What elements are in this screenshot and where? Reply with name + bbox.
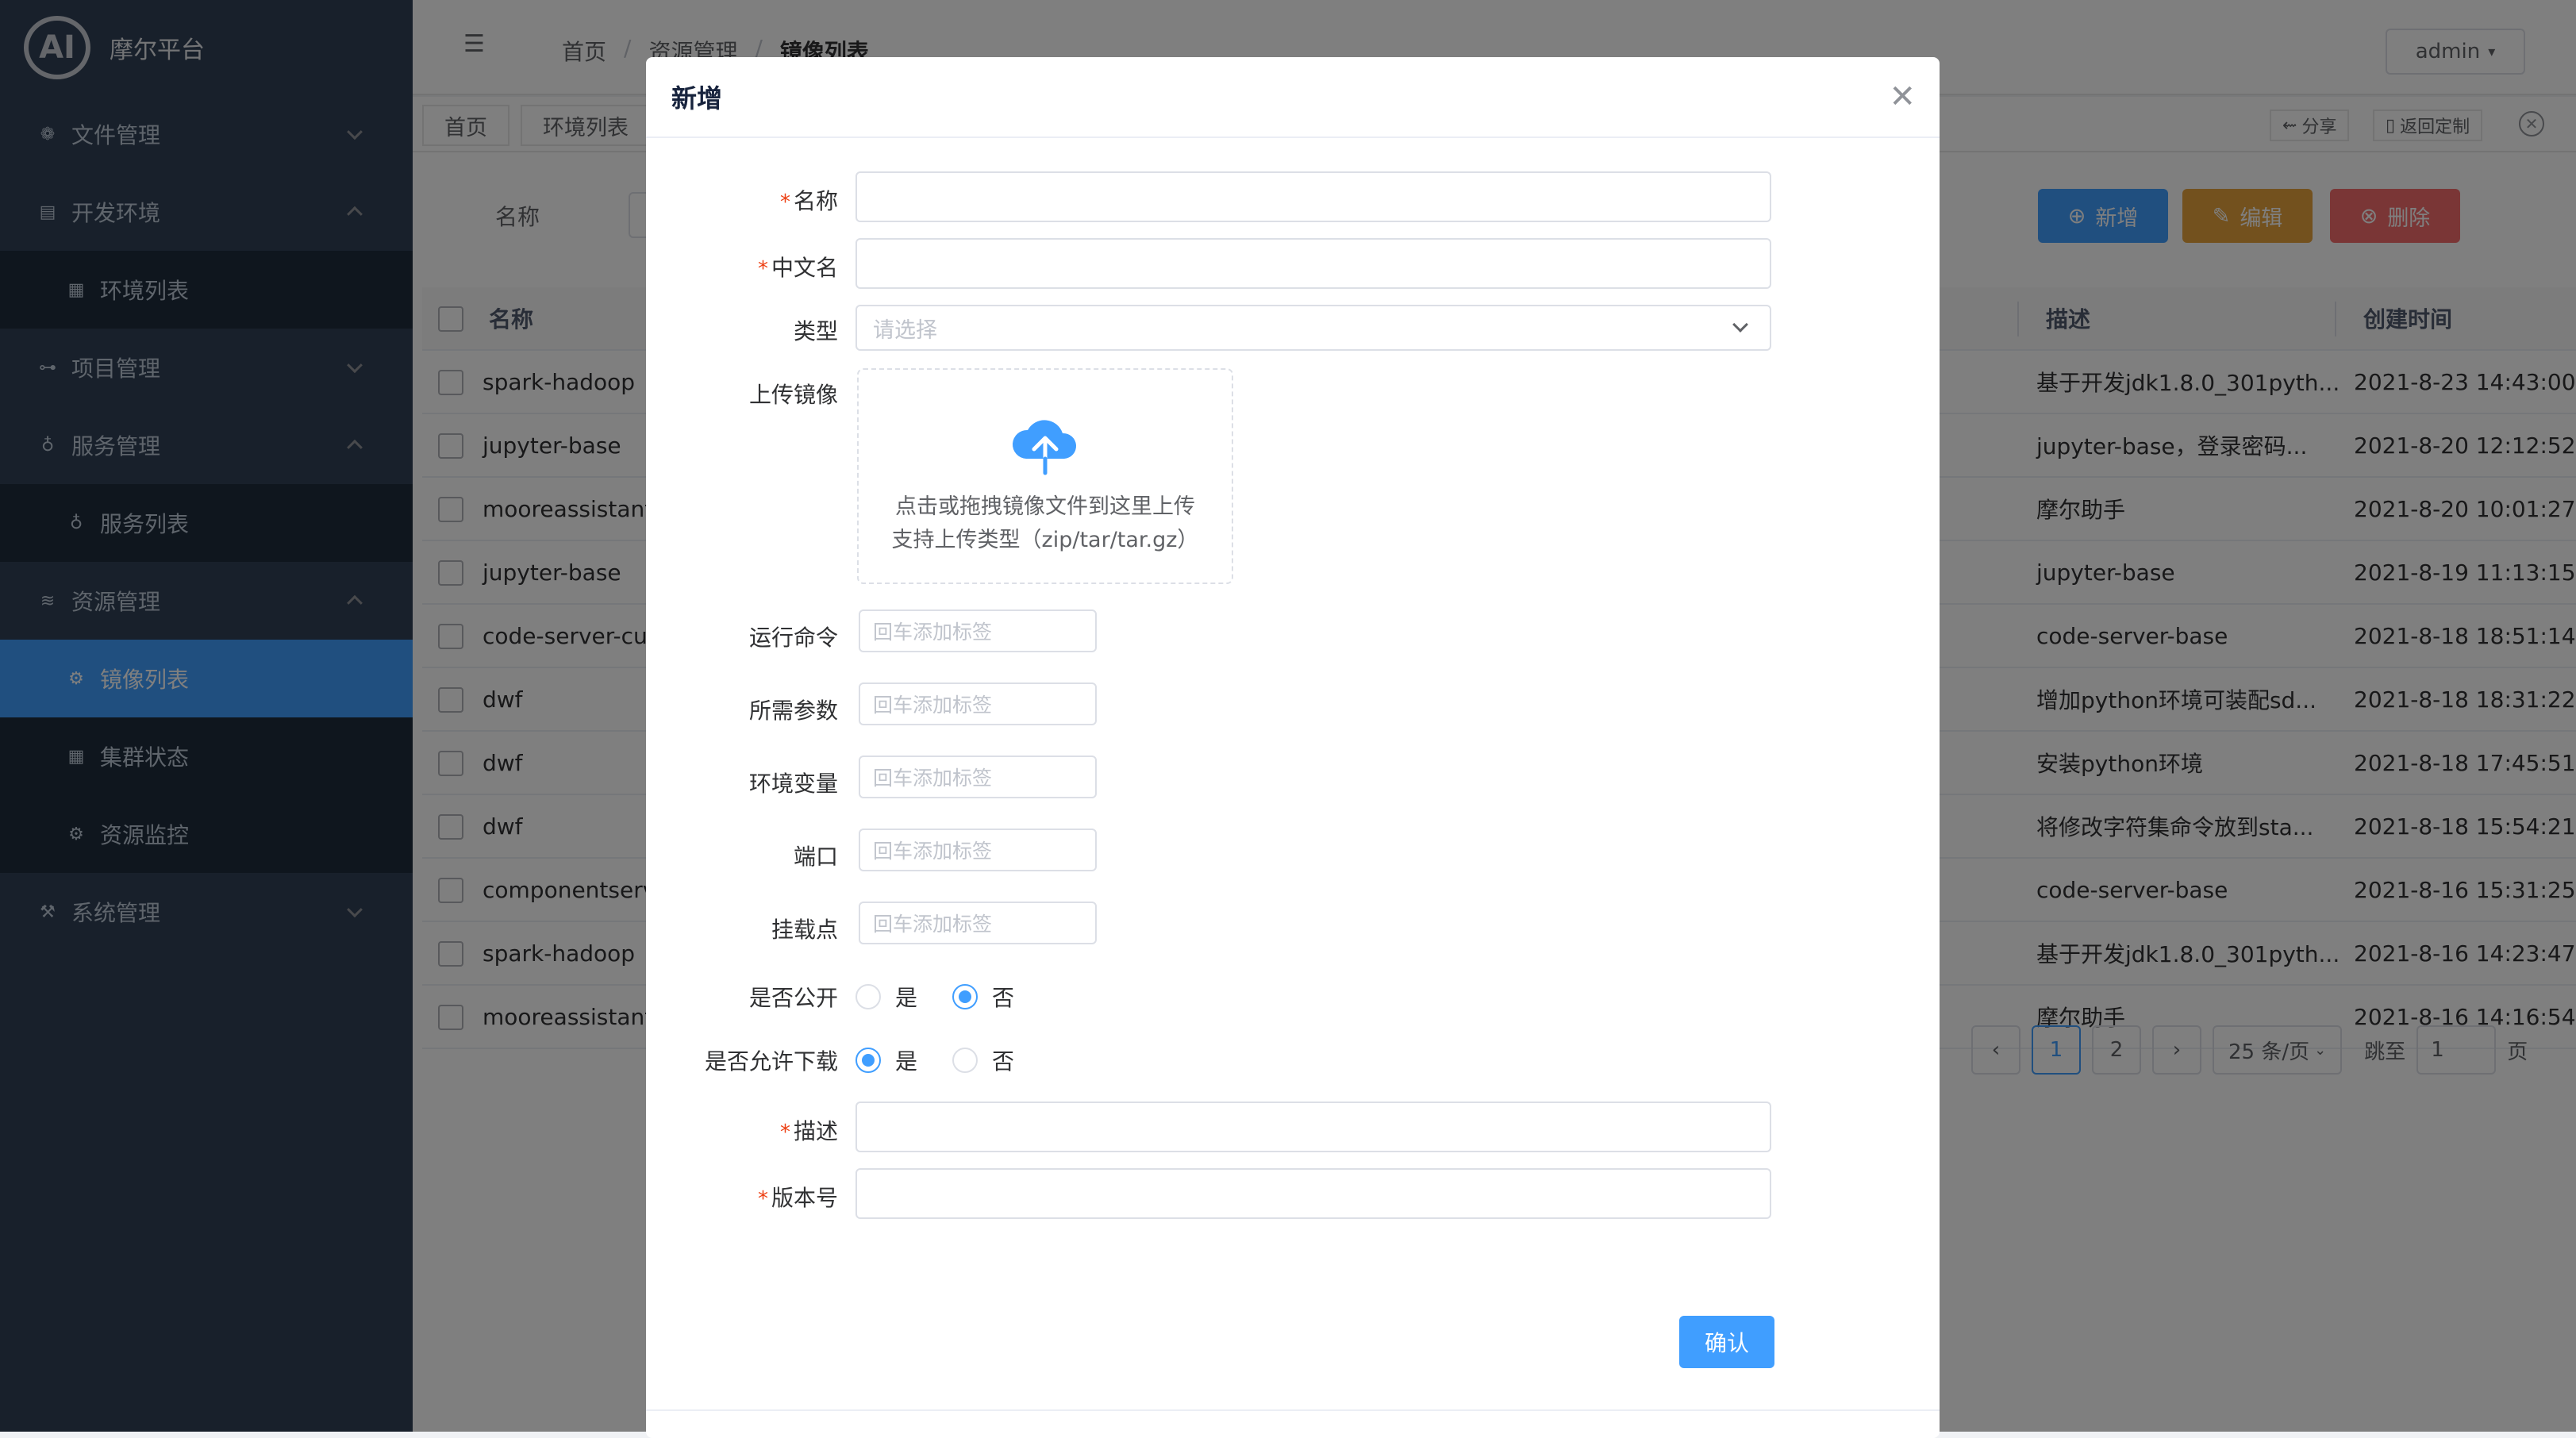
field-label-public: 是否公开 xyxy=(748,985,838,1011)
label-text: 中文名 xyxy=(771,255,838,281)
dialog-footer-divider xyxy=(646,1409,1940,1411)
download-no-label[interactable]: 否 xyxy=(992,1044,1014,1076)
public-no-label[interactable]: 否 xyxy=(992,981,1014,1013)
field-label-type: 类型 xyxy=(793,318,838,344)
public-radio-group: 是 否 xyxy=(855,981,1049,1013)
field-label-desc: * 描述 xyxy=(780,1114,838,1146)
type-placeholder: 请选择 xyxy=(873,317,937,343)
upload-hint-line-2: 支持上传类型（zip/tar/tar.gz） xyxy=(891,528,1199,552)
field-label-download: 是否允许下载 xyxy=(704,1048,838,1075)
dialog-title: 新增 xyxy=(671,83,723,113)
close-icon[interactable]: ✕ xyxy=(1889,81,1916,113)
mount-tag-input[interactable]: 回车添加标签 xyxy=(859,902,1097,944)
field-label-cn-name: * 中文名 xyxy=(758,251,838,283)
field-label-run-cmd: 运行命令 xyxy=(748,625,838,651)
public-no-radio[interactable] xyxy=(952,984,978,1009)
download-yes-label[interactable]: 是 xyxy=(895,1044,917,1076)
upload-dropzone[interactable]: 点击或拖拽镜像文件到这里上传 支持上传类型（zip/tar/tar.gz） xyxy=(857,368,1233,584)
field-label-mount: 挂载点 xyxy=(771,917,838,943)
field-label-params: 所需参数 xyxy=(748,698,838,724)
download-yes-radio[interactable] xyxy=(855,1048,881,1073)
label-text: 名称 xyxy=(793,188,838,214)
public-yes-label[interactable]: 是 xyxy=(895,981,917,1013)
port-tag-input[interactable]: 回车添加标签 xyxy=(859,829,1097,871)
field-label-env: 环境变量 xyxy=(748,771,838,797)
upload-hint: 点击或拖拽镜像文件到这里上传 支持上传类型（zip/tar/tar.gz） xyxy=(892,490,1199,557)
field-label-port: 端口 xyxy=(793,844,838,870)
confirm-button[interactable]: 确认 xyxy=(1679,1316,1774,1368)
label-text: 版本号 xyxy=(771,1185,838,1211)
params-tag-input[interactable]: 回车添加标签 xyxy=(859,682,1097,725)
label-text: 描述 xyxy=(793,1118,838,1144)
upload-hint-line-1: 点击或拖拽镜像文件到这里上传 xyxy=(894,494,1195,519)
required-mark: * xyxy=(779,1121,790,1144)
download-no-radio[interactable] xyxy=(952,1048,978,1073)
chevron-down-icon xyxy=(1732,317,1748,333)
cloud-upload-icon xyxy=(1012,420,1077,475)
required-mark: * xyxy=(779,190,790,214)
version-input[interactable] xyxy=(855,1168,1771,1219)
type-select[interactable]: 请选择 xyxy=(855,305,1771,351)
dialog-header: 新增 ✕ xyxy=(646,57,1940,138)
env-tag-input[interactable]: 回车添加标签 xyxy=(859,756,1097,798)
cn-name-input[interactable] xyxy=(855,238,1771,289)
name-input[interactable] xyxy=(855,171,1771,222)
required-mark: * xyxy=(757,1187,768,1211)
desc-input[interactable] xyxy=(855,1102,1771,1152)
field-label-name: * 名称 xyxy=(780,184,838,216)
field-label-version: * 版本号 xyxy=(758,1181,838,1213)
required-mark: * xyxy=(757,257,768,281)
download-radio-group: 是 否 xyxy=(855,1044,1049,1076)
run-cmd-tag-input[interactable]: 回车添加标签 xyxy=(859,609,1097,652)
field-label-upload: 上传镜像 xyxy=(748,382,838,408)
public-yes-radio[interactable] xyxy=(855,984,881,1009)
add-image-dialog: 新增 ✕ * 名称 * 中文名 类型 请选择 上传镜像 点击或拖拽镜像文件到这里上传 xyxy=(646,57,1940,1438)
